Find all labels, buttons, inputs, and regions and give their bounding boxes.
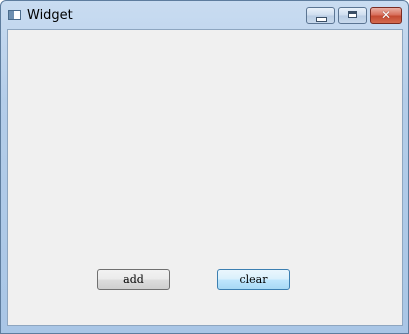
window-title: Widget [27,8,73,23]
window-app-icon [8,10,21,20]
widget-window: Widget ✕ add clear [0,0,409,334]
title-bar[interactable]: Widget ✕ [1,1,408,28]
add-button[interactable]: add [97,269,170,290]
maximize-icon [348,11,357,18]
minimize-icon [316,17,327,22]
client-area: add clear [7,29,403,326]
minimize-button[interactable] [306,7,335,24]
close-icon: ✕ [380,8,392,22]
clear-button[interactable]: clear [217,269,290,290]
close-button[interactable]: ✕ [370,7,402,24]
maximize-button[interactable] [338,7,367,24]
window-bottom-border[interactable] [1,327,408,334]
